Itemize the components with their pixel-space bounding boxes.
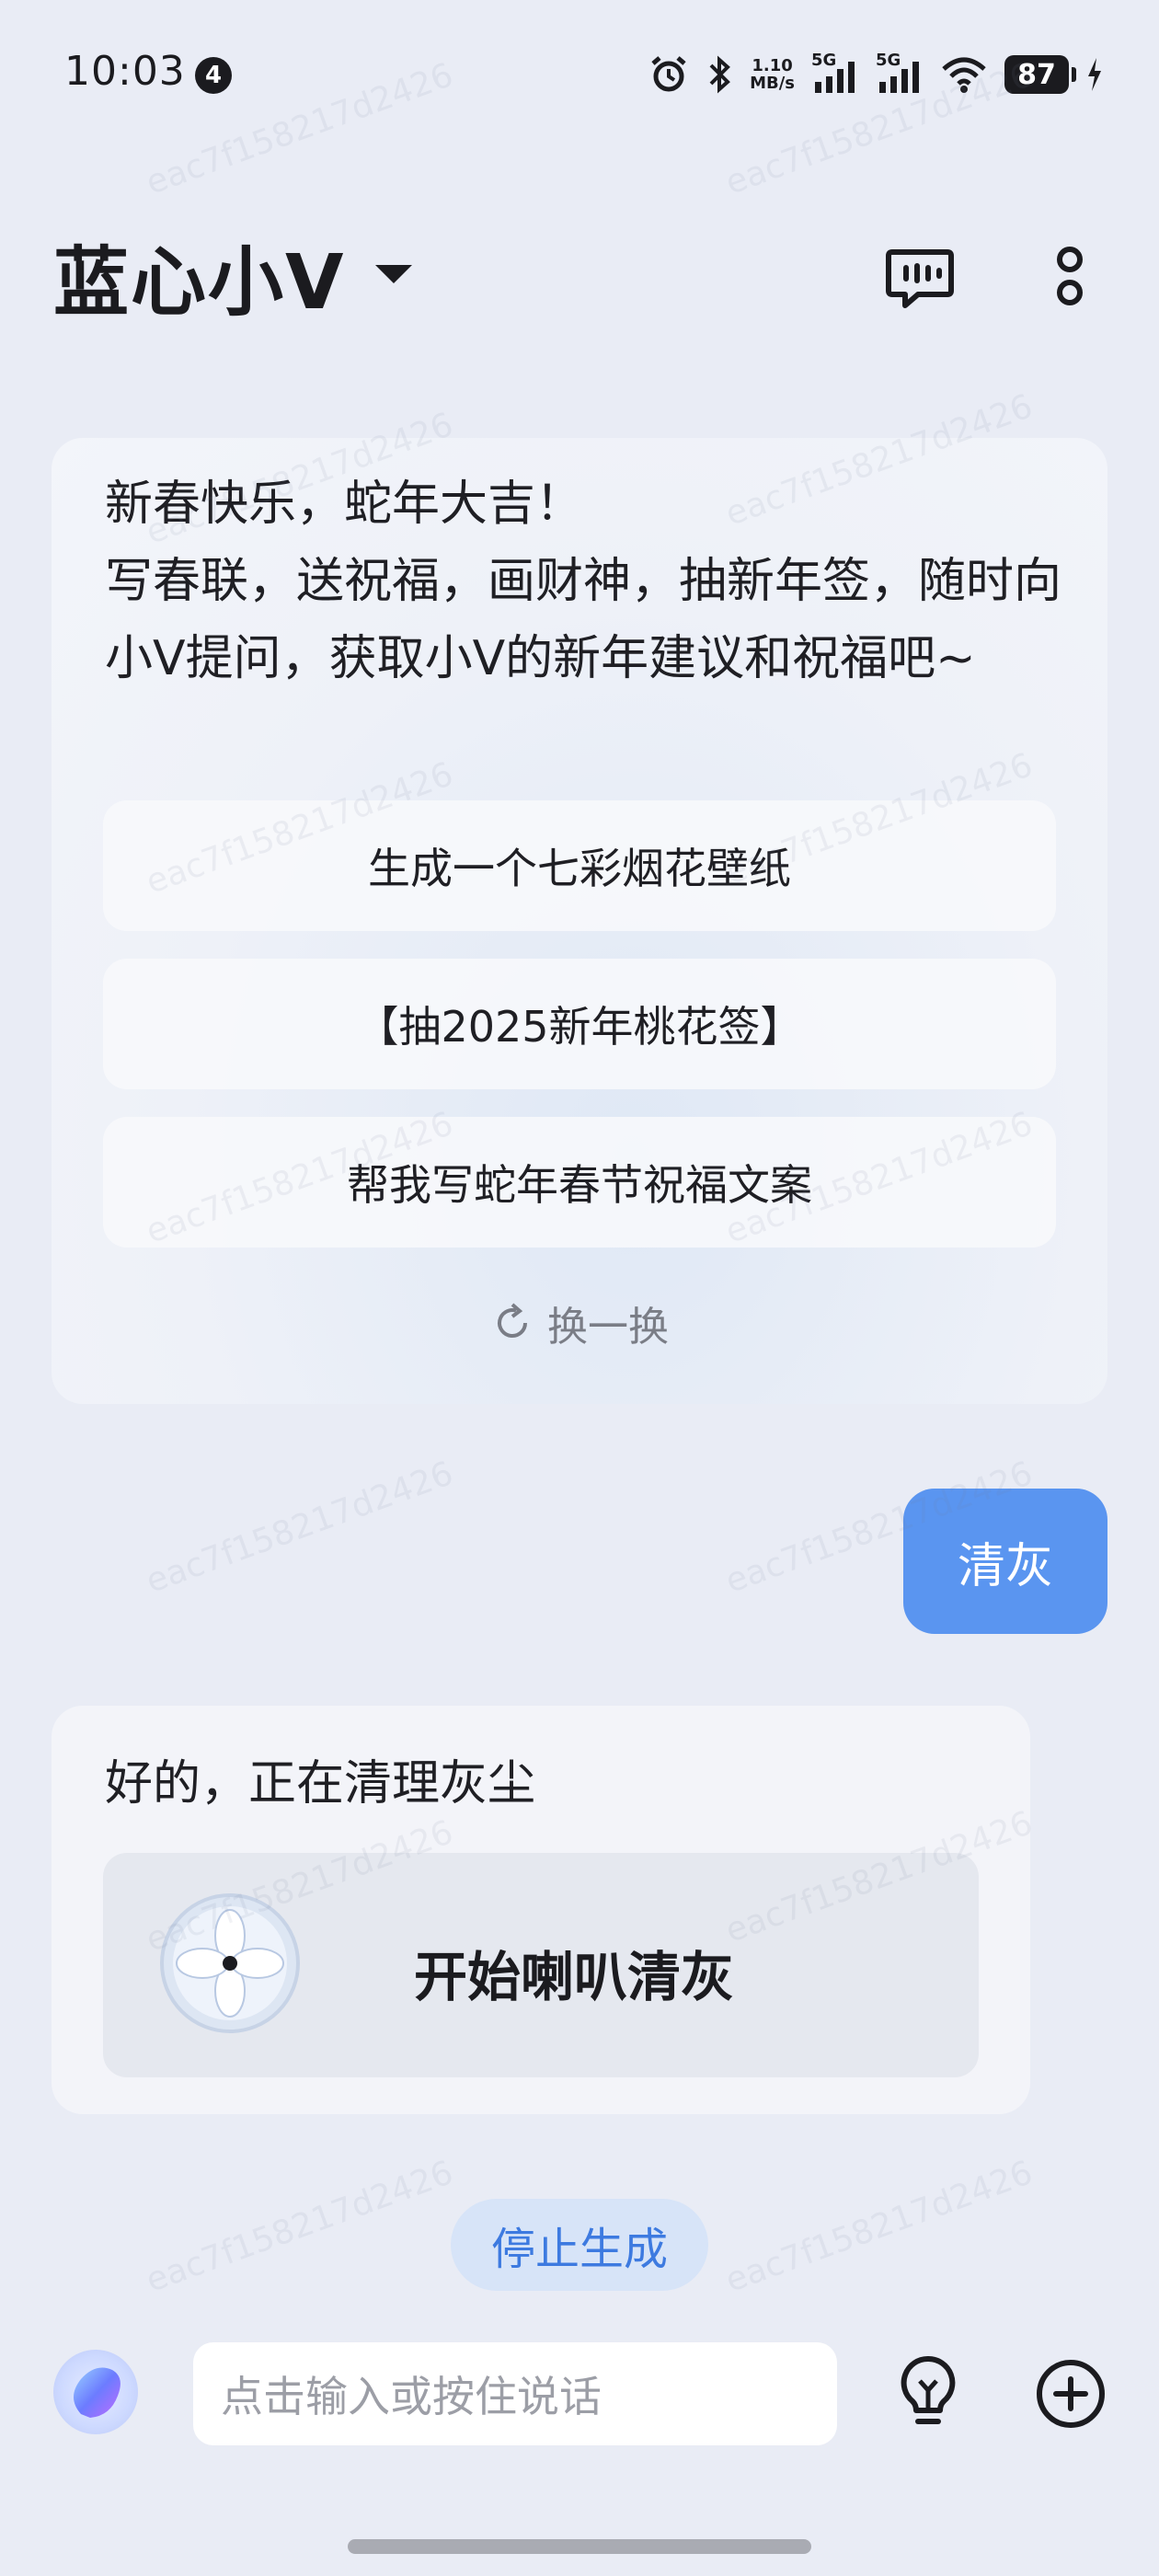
more-options-icon[interactable] [1039,239,1100,313]
fan-icon [160,1893,300,2033]
refresh-suggestions-button[interactable]: 换一换 [52,1294,1107,1352]
chat-history-icon[interactable] [883,239,957,313]
status-icons: 1.10 MB/s 5G 5G 87 [648,51,1104,98]
title-dropdown-icon[interactable] [375,265,412,283]
assistant-logo-icon [74,2367,120,2418]
watermark: eac7f158217d2426 [141,2154,458,2300]
action-label: 开始喇叭清灰 [414,1946,735,2008]
home-indicator[interactable] [348,2539,811,2554]
user-message-bubble[interactable]: 清灰 [903,1489,1107,1634]
charging-icon [1088,58,1101,91]
network-speed: 1.10 MB/s [750,56,795,93]
watermark: eac7f158217d2426 [141,1455,458,1601]
bluetooth-icon [709,55,730,94]
assistant-avatar[interactable] [53,2350,138,2434]
suggestion-item[interactable]: 【抽2025新年桃花签】 [103,959,1056,1089]
signal-icon [879,62,919,93]
assistant-reply-text: 好的，正在清理灰尘 [105,1756,536,1811]
app-header: 蓝心小V [0,212,1159,331]
status-bar: 10:03 4 1.10 MB/s 5G 5G 87 [0,0,1159,156]
stop-generating-button[interactable]: 停止生成 [451,2199,708,2291]
lightbulb-icon[interactable] [892,2352,964,2436]
alarm-icon [651,56,686,92]
greeting-card: 新春快乐，蛇年大吉！ 写春联，送祝福，画财神，抽新年签，随时向小V提问，获取小V… [52,438,1107,1404]
app-title[interactable]: 蓝心小V [53,221,345,330]
sim1-signal: 5G [811,51,859,95]
speaker-clean-action-card[interactable]: 开始喇叭清灰 [103,1853,979,2077]
signal-icon [815,62,855,93]
add-icon[interactable] [1034,2357,1107,2431]
assistant-reply-card: 好的，正在清理灰尘 开始喇叭清灰 [52,1706,1030,2114]
sim2-signal: 5G [876,51,924,95]
status-time: 10:03 [64,48,186,95]
suggestion-item[interactable]: 生成一个七彩烟花壁纸 [103,800,1056,931]
suggestion-item[interactable]: 帮我写蛇年春节祝福文案 [103,1117,1056,1248]
refresh-icon [498,1303,527,1338]
greeting-text: 新春快乐，蛇年大吉！ 写春联，送祝福，画财神，抽新年签，随时向小V提问，获取小V… [105,477,1062,686]
refresh-label: 换一换 [547,1304,669,1351]
input-placeholder: 点击输入或按住说话 [221,2372,602,2421]
wifi-icon [942,57,986,93]
message-input[interactable]: 点击输入或按住说话 [193,2342,837,2445]
watermark: eac7f158217d2426 [720,2154,1038,2300]
battery-indicator: 87 [1004,55,1076,94]
notification-count-badge: 4 [195,57,232,94]
